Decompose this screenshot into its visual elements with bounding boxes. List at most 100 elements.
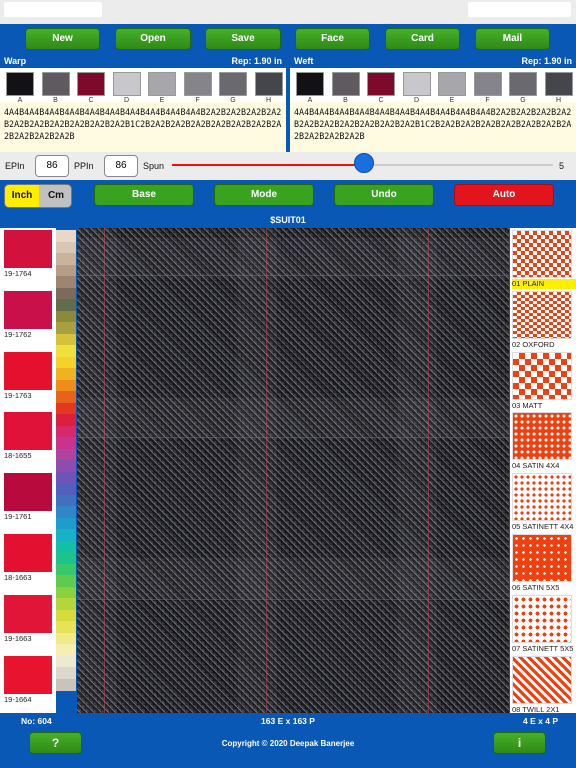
- palette-color[interactable]: [56, 609, 76, 622]
- palette-color[interactable]: [56, 586, 76, 599]
- weft-code[interactable]: 4A4B4A4B4A4B4A4B4A4B4A4B4A4B4A4B4A4B4A4B…: [294, 106, 574, 142]
- warp-swatch-label: D: [123, 97, 130, 104]
- card-button[interactable]: Card: [385, 28, 460, 50]
- color-list[interactable]: 19-1764 19-1762 19-1763 18-1655 19-1761 18-16…: [0, 228, 56, 713]
- weft-swatch-d[interactable]: [402, 72, 431, 96]
- warp-swatch-d[interactable]: [112, 72, 141, 96]
- open-button[interactable]: Open: [115, 28, 191, 50]
- weft-repeat: Rep: 1.90 in: [521, 56, 572, 66]
- epi-input[interactable]: 86: [35, 155, 69, 177]
- warp-swatch-c[interactable]: [77, 72, 105, 96]
- palette-color[interactable]: [56, 437, 76, 449]
- warp-code[interactable]: 4A4B4A4B4A4B4A4B4A4B4A4B4A4B4A4B4A4B4A4B…: [4, 106, 284, 142]
- warp-swatch-h[interactable]: [254, 72, 283, 96]
- palette-color[interactable]: [56, 322, 76, 334]
- weft-title: Weft: [294, 56, 314, 66]
- save-button[interactable]: Save: [205, 28, 281, 50]
- weave-label: 05 SATINETT 4X4: [512, 522, 574, 532]
- epi-label: EPIn: [5, 161, 25, 171]
- new-button[interactable]: New: [25, 28, 100, 50]
- status-field-left: [4, 2, 102, 17]
- warp-header: Warp Rep: 1.90 in: [0, 54, 286, 68]
- palette-color[interactable]: [56, 667, 76, 679]
- weft-swatch-a[interactable]: [296, 72, 324, 96]
- cm-option[interactable]: Cm: [39, 185, 71, 207]
- weft-swatch-h[interactable]: [544, 72, 573, 96]
- palette-color[interactable]: [56, 644, 76, 656]
- palette-color[interactable]: [56, 379, 76, 392]
- base-button[interactable]: Base: [94, 184, 194, 206]
- warp-swatch-a[interactable]: [6, 72, 34, 96]
- face-button[interactable]: Face: [295, 28, 370, 50]
- inch-option[interactable]: Inch: [5, 185, 39, 207]
- palette-color[interactable]: [56, 552, 76, 564]
- palette-color[interactable]: [56, 563, 76, 576]
- palette-color[interactable]: [56, 402, 76, 415]
- ends-picks: 163 E x 163 P: [261, 716, 315, 726]
- weft-swatch-label: B: [343, 97, 348, 104]
- palette-color[interactable]: [56, 253, 76, 265]
- warp-swatch-b[interactable]: [41, 72, 70, 96]
- plaid-band: [77, 558, 509, 598]
- palette-color[interactable]: [56, 529, 76, 541]
- weave-swatch: [512, 290, 572, 339]
- help-button[interactable]: ?: [29, 732, 82, 754]
- weave-repeat: 4 E x 4 P: [523, 716, 558, 726]
- palette-color[interactable]: [56, 276, 76, 288]
- palette-color[interactable]: [56, 678, 76, 691]
- mail-button[interactable]: Mail: [475, 28, 550, 50]
- warp-swatch-label: E: [159, 97, 165, 104]
- warp-swatch-f[interactable]: [183, 72, 212, 96]
- palette-color[interactable]: [56, 471, 76, 484]
- palette-color[interactable]: [56, 287, 76, 300]
- warp-swatch-label: B: [53, 97, 58, 104]
- palette-color[interactable]: [56, 345, 76, 357]
- warp-swatch-e[interactable]: [148, 72, 176, 96]
- weft-swatch-f[interactable]: [473, 72, 502, 96]
- weft-swatch-e[interactable]: [438, 72, 466, 96]
- palette-color[interactable]: [56, 230, 76, 242]
- palette-color[interactable]: [56, 494, 76, 507]
- palette-color[interactable]: [56, 333, 76, 346]
- spun-value: 5: [559, 161, 565, 171]
- weft-swatch-g[interactable]: [509, 72, 537, 96]
- palette-color[interactable]: [56, 299, 76, 311]
- palette-color[interactable]: [56, 632, 76, 645]
- mode-button[interactable]: Mode: [214, 184, 314, 206]
- palette-color[interactable]: [56, 448, 76, 461]
- yarn-palette[interactable]: [56, 228, 76, 713]
- palette-color[interactable]: [56, 241, 76, 254]
- palette-color[interactable]: [56, 264, 76, 277]
- palette-color[interactable]: [56, 517, 76, 530]
- auto-button[interactable]: Auto: [454, 184, 554, 206]
- palette-color[interactable]: [56, 621, 76, 633]
- palette-color[interactable]: [56, 460, 76, 472]
- design-title: $SUIT01: [0, 212, 576, 228]
- weft-swatch-label: F: [485, 97, 490, 104]
- weave-list[interactable]: 01 PLAIN 02 OXFORD 03 MATT 04 SATIN 4X4 05 S…: [510, 228, 576, 714]
- warp-title: Warp: [4, 56, 27, 66]
- weave-swatch: [512, 655, 572, 704]
- palette-color[interactable]: [56, 506, 76, 518]
- palette-color[interactable]: [56, 483, 76, 495]
- palette-color[interactable]: [56, 425, 76, 438]
- palette-color[interactable]: [56, 368, 76, 380]
- color-label: 18-1655: [4, 451, 32, 461]
- palette-color[interactable]: [56, 310, 76, 323]
- weft-swatch-c[interactable]: [367, 72, 395, 96]
- ppi-input[interactable]: 86: [104, 155, 138, 177]
- undo-button[interactable]: Undo: [334, 184, 434, 206]
- weft-swatch-b[interactable]: [331, 72, 360, 96]
- palette-color[interactable]: [56, 655, 76, 668]
- palette-color[interactable]: [56, 598, 76, 610]
- weft-swatch-label: C: [378, 97, 384, 104]
- palette-color[interactable]: [56, 391, 76, 403]
- palette-color[interactable]: [56, 356, 76, 369]
- fabric-preview[interactable]: [77, 228, 509, 713]
- palette-color[interactable]: [56, 575, 76, 587]
- color-label: 18-1663: [4, 573, 32, 582]
- palette-color[interactable]: [56, 540, 76, 553]
- warp-swatch-g[interactable]: [219, 72, 247, 96]
- palette-color[interactable]: [56, 414, 76, 426]
- info-button[interactable]: i: [493, 732, 546, 754]
